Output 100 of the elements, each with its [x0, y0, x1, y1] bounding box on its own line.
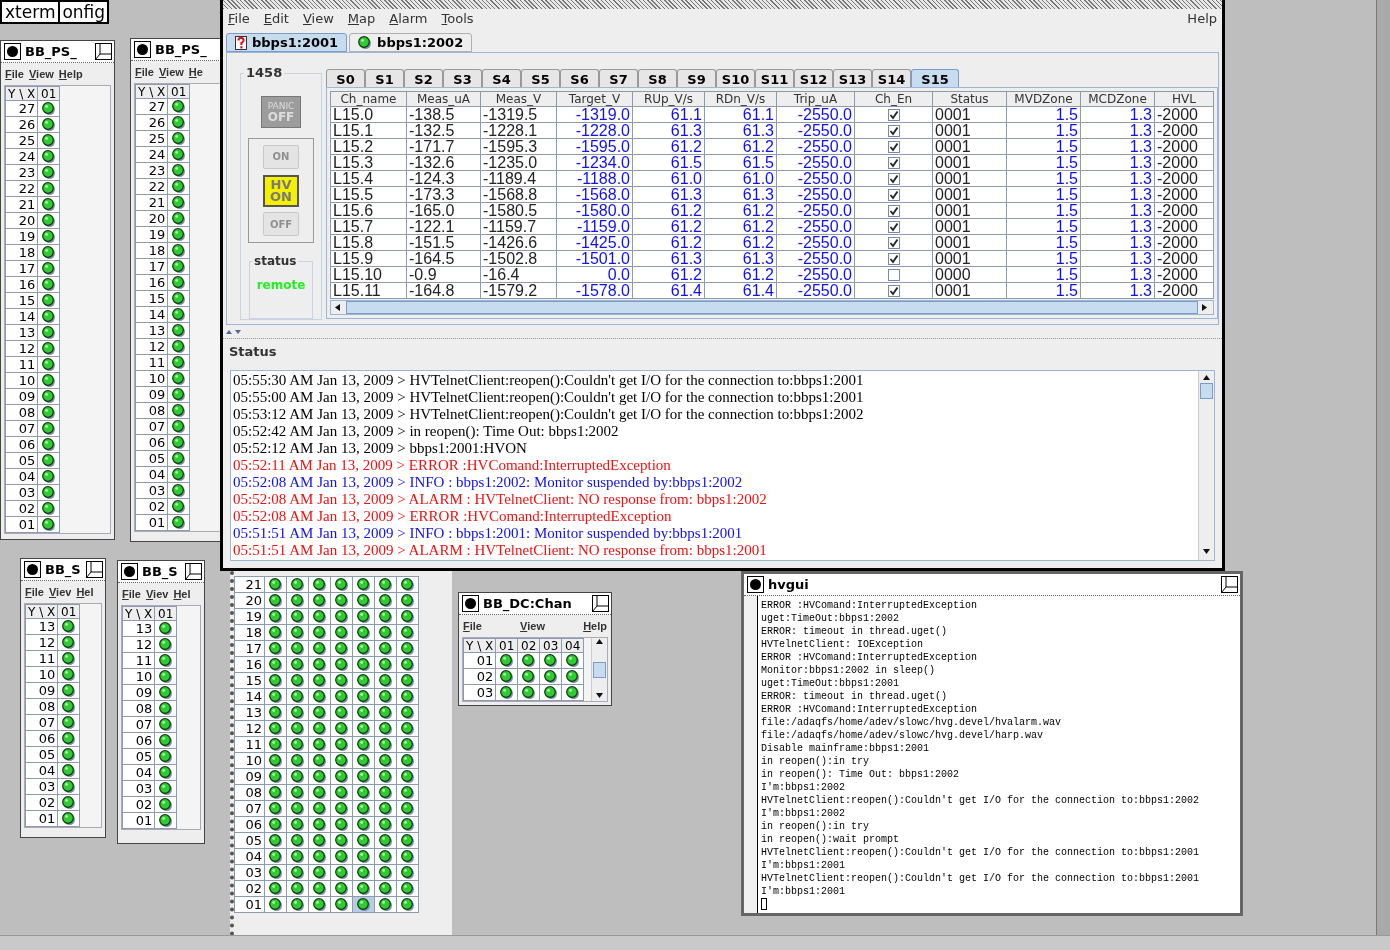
slot-tab[interactable]: S8: [638, 69, 677, 87]
menu-item[interactable]: Help: [58, 65, 83, 83]
maximize-icon[interactable]: [1221, 576, 1238, 593]
slot-tab[interactable]: S6: [560, 69, 599, 87]
window-menu-icon[interactable]: [134, 41, 151, 58]
desktop-scrollbar[interactable]: [0, 935, 1390, 950]
column-header[interactable]: Meas_V: [480, 91, 557, 107]
menu-item[interactable]: View: [520, 617, 545, 635]
checkbox[interactable]: [887, 252, 900, 265]
crate-tab[interactable]: bbps1:2001: [226, 33, 348, 52]
slot-tab[interactable]: S14: [872, 69, 911, 87]
column-header[interactable]: Ch_name: [330, 91, 407, 107]
slot-tab[interactable]: S4: [482, 69, 521, 87]
slot-tab[interactable]: S2: [404, 69, 443, 87]
menu-item[interactable]: View: [28, 65, 54, 83]
grid-cell[interactable]: [308, 576, 331, 593]
menu-item[interactable]: File: [228, 9, 250, 29]
checkbox[interactable]: [887, 220, 900, 233]
scroll-left-icon[interactable]: [334, 303, 343, 312]
checkbox[interactable]: [887, 188, 900, 201]
maximize-icon[interactable]: [86, 561, 103, 578]
checkbox[interactable]: [887, 108, 900, 121]
column-header[interactable]: Meas_uA: [406, 91, 481, 107]
slot-tab[interactable]: S10: [716, 69, 755, 87]
grid-cell[interactable]: [396, 576, 419, 593]
grid-cell[interactable]: [264, 576, 287, 593]
menu-item[interactable]: Hel: [76, 583, 94, 601]
grid-cell[interactable]: [352, 576, 375, 593]
menu-item[interactable]: View: [158, 63, 184, 81]
scroll-thumb[interactable]: [346, 301, 1198, 314]
window-menu-icon[interactable]: [24, 561, 41, 578]
grid-cell[interactable]: [374, 576, 397, 593]
checkbox[interactable]: [887, 172, 900, 185]
checkbox[interactable]: [887, 204, 900, 217]
checkbox[interactable]: [887, 156, 900, 169]
column-header[interactable]: HVL: [1154, 91, 1214, 107]
menu-item[interactable]: Map: [347, 9, 376, 29]
slot-tab[interactable]: S1: [365, 69, 404, 87]
scroll-up-icon[interactable]: [595, 638, 604, 647]
scroll-right-icon[interactable]: [1201, 303, 1210, 312]
slot-tab[interactable]: S15: [911, 69, 959, 87]
menu-item[interactable]: File: [463, 617, 482, 635]
slot-tab[interactable]: S11: [755, 69, 794, 87]
slot-tab[interactable]: S9: [677, 69, 716, 87]
slot-tab[interactable]: S12: [794, 69, 833, 87]
menu-item[interactable]: Tools: [441, 9, 474, 29]
menu-item[interactable]: Help: [583, 617, 607, 635]
window-title-bar[interactable]: [223, 0, 1222, 9]
menu-item[interactable]: Hel: [173, 585, 191, 603]
column-header[interactable]: Target_V: [556, 91, 633, 107]
slot-tab[interactable]: S5: [521, 69, 560, 87]
menu-item[interactable]: File: [135, 63, 154, 81]
menu-item[interactable]: View: [302, 9, 334, 29]
menu-item[interactable]: File: [25, 583, 44, 601]
scrollbar[interactable]: [591, 638, 607, 701]
menu-item[interactable]: Viev: [145, 585, 169, 603]
slot-tab[interactable]: S13: [833, 69, 872, 87]
vertical-scrollbar[interactable]: [1198, 370, 1214, 560]
desktop-label[interactable]: xterm: [2, 2, 61, 22]
horizontal-scrollbar[interactable]: [330, 300, 1214, 315]
checkbox[interactable]: [887, 124, 900, 137]
scroll-down-icon[interactable]: [1202, 547, 1211, 557]
checkbox[interactable]: [887, 284, 900, 297]
column-header[interactable]: MCDZone: [1080, 91, 1155, 107]
desktop-scrollbar[interactable]: [1376, 0, 1390, 935]
grid-cell[interactable]: [330, 576, 353, 593]
menu-item[interactable]: He: [188, 63, 203, 81]
scroll-thumb[interactable]: [1200, 382, 1213, 399]
grid-cell[interactable]: [286, 576, 309, 593]
menu-item[interactable]: File: [122, 585, 141, 603]
slot-tab[interactable]: S7: [599, 69, 638, 87]
menu-item[interactable]: Alarm: [389, 9, 428, 29]
crate-tab[interactable]: bbps1:2002: [349, 33, 473, 52]
scroll-thumb[interactable]: [593, 661, 606, 678]
maximize-icon[interactable]: [592, 595, 609, 612]
checkbox[interactable]: [887, 268, 900, 281]
maximize-icon[interactable]: [185, 563, 202, 580]
window-menu-icon[interactable]: [4, 43, 21, 60]
window-menu-icon[interactable]: [747, 576, 764, 593]
menu-item[interactable]: Help: [1187, 9, 1217, 29]
window-menu-icon[interactable]: [121, 563, 138, 580]
column-header[interactable]: Trip_uA: [776, 91, 855, 107]
column-header[interactable]: Status: [932, 91, 1007, 107]
hv-on-button[interactable]: HV ON: [263, 174, 299, 207]
window-menu-icon[interactable]: [462, 595, 479, 612]
menu-item[interactable]: File: [5, 65, 24, 83]
checkbox[interactable]: [887, 140, 900, 153]
menu-item[interactable]: Edit: [263, 9, 289, 29]
desktop-label[interactable]: onfig: [60, 2, 108, 22]
slot-tab[interactable]: S0: [326, 69, 365, 87]
column-header[interactable]: RUp_V/s: [632, 91, 705, 107]
scroll-down-icon[interactable]: [595, 692, 604, 701]
column-header[interactable]: Ch_En: [854, 91, 933, 107]
checkbox[interactable]: [887, 236, 900, 249]
column-header[interactable]: RDn_V/s: [704, 91, 777, 107]
scroll-up-icon[interactable]: [1202, 373, 1211, 383]
column-header[interactable]: MVDZone: [1006, 91, 1081, 107]
maximize-icon[interactable]: [95, 43, 112, 60]
slot-tab[interactable]: S3: [443, 69, 482, 87]
menu-item[interactable]: Viev: [48, 583, 72, 601]
